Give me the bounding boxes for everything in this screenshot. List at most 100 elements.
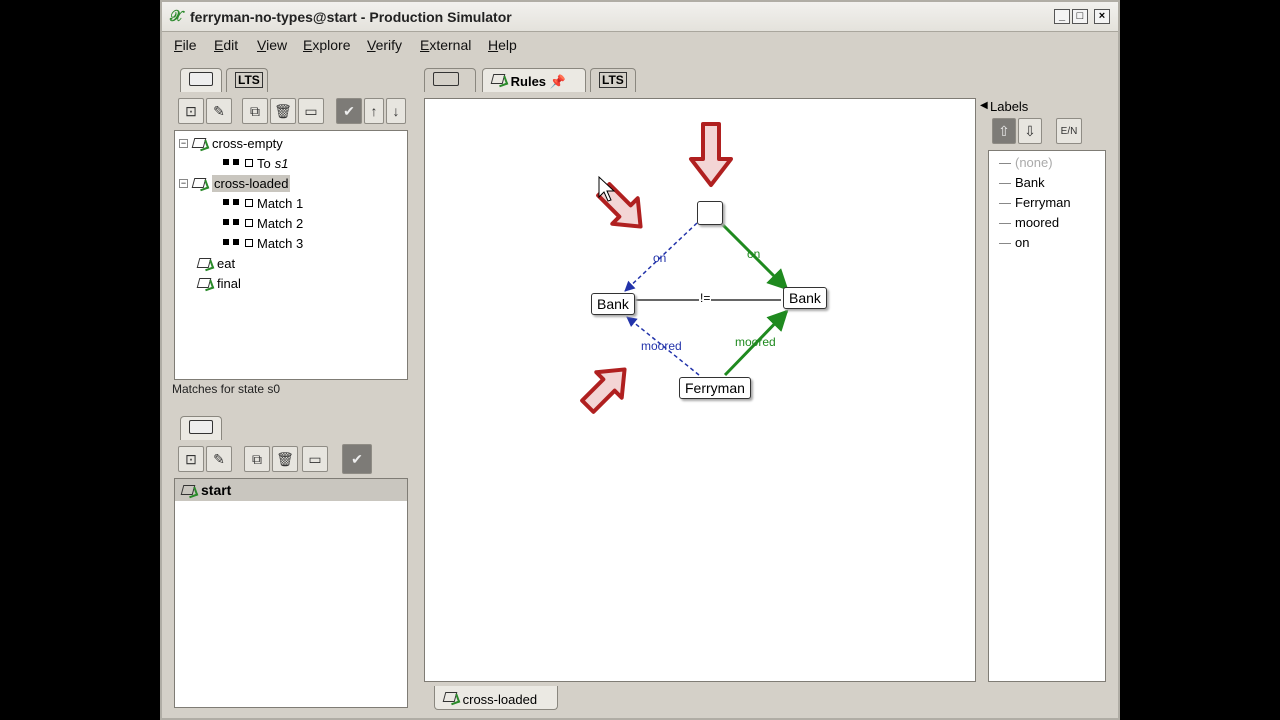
tab-rules-tree[interactable] <box>180 68 222 92</box>
rule-graph-canvas[interactable]: Bank Bank Ferryman on on moored moored !… <box>424 98 976 682</box>
set-start-button[interactable]: ✔ <box>342 444 372 474</box>
menu-external[interactable]: External <box>420 37 471 53</box>
node-bank-left[interactable]: Bank <box>591 293 635 315</box>
menu-file[interactable]: File <box>174 37 197 53</box>
edge-label-on-green[interactable]: on <box>747 247 760 261</box>
node-bank-right[interactable]: Bank <box>783 287 827 309</box>
node-ferryman[interactable]: Ferryman <box>679 377 751 399</box>
main-editor: Rules 📌 LTS Bank Bank Ferryman on on moo… <box>418 62 1114 714</box>
collapse-icon[interactable]: − <box>179 178 188 188</box>
rules-panel-tabs: LTS <box>176 66 406 92</box>
sort-descending-button[interactable]: ⇩ <box>1018 118 1042 144</box>
label-item-on[interactable]: on <box>999 235 1029 250</box>
edge-label-not-equal[interactable]: != <box>699 291 712 305</box>
tree-label-suffix: s1 <box>274 155 289 171</box>
tree-row-final[interactable]: final <box>197 273 241 293</box>
minimize-button[interactable]: _ <box>1054 9 1070 24</box>
app-window: 𝒳 ferryman-no-types@start - Production S… <box>160 0 1120 720</box>
label-item-none[interactable]: (none) <box>999 155 1053 170</box>
toggle-edge-node-button[interactable]: E/N <box>1056 118 1082 144</box>
start-graph-label: start <box>201 482 232 498</box>
tab-lts[interactable]: LTS <box>226 68 268 92</box>
edge-node-icon: E/N <box>1060 125 1078 137</box>
new-graph-icon: ⊡ <box>185 450 197 467</box>
label-item-bank[interactable]: Bank <box>999 175 1045 190</box>
maximize-button[interactable]: □ <box>1072 9 1088 24</box>
transition-icon <box>223 159 253 167</box>
menu-edit[interactable]: Edit <box>214 37 238 53</box>
label-item-ferryman[interactable]: Ferryman <box>999 195 1071 210</box>
rule-icon <box>443 690 459 704</box>
menu-explore[interactable]: Explore <box>303 37 350 53</box>
enable-icon: ✔ <box>343 102 355 119</box>
edit-graph-icon: ✎ <box>213 450 225 467</box>
delete-rule-button[interactable]: 🗑 <box>270 98 296 124</box>
menu-help[interactable]: Help <box>488 37 517 53</box>
rename-icon: ▭ <box>304 102 318 119</box>
move-up-icon: ↑ <box>370 103 378 119</box>
copy-rule-button[interactable]: ⧉ <box>242 98 268 124</box>
tree-label: Match 2 <box>257 215 304 231</box>
set-start-icon: ✔ <box>351 450 363 467</box>
delete-icon: 🗑 <box>276 450 294 467</box>
node-empty[interactable] <box>697 201 723 225</box>
match-icon <box>223 199 253 207</box>
tab-cross-loaded-label: cross-loaded <box>462 692 538 707</box>
tab-start-graphs[interactable] <box>180 416 222 440</box>
menu-verify[interactable]: Verify <box>367 37 402 53</box>
edge-label-moored-blue[interactable]: moored <box>641 339 682 353</box>
copy-graph-button[interactable]: ⧉ <box>244 446 270 472</box>
new-rule-icon: ⊡ <box>185 102 197 119</box>
tab-lts-main[interactable]: LTS <box>590 68 636 92</box>
rule-icon <box>192 176 208 190</box>
tree-row-match-1[interactable]: Match 1 <box>223 193 303 213</box>
tree-row-eat[interactable]: eat <box>197 253 235 273</box>
match-icon <box>223 219 253 227</box>
rule-graph-icon <box>189 72 213 86</box>
window-title: ferryman-no-types@start - Production Sim… <box>190 9 512 25</box>
start-graph-row[interactable]: start <box>175 479 407 501</box>
rule-icon <box>197 276 213 290</box>
edge-label-moored-green[interactable]: moored <box>735 335 776 349</box>
tab-cross-loaded[interactable]: cross-loaded <box>434 686 558 710</box>
new-rule-button[interactable]: ⊡ <box>178 98 204 124</box>
sort-ascending-button[interactable]: ⇧ <box>992 118 1016 144</box>
title-bar: 𝒳 ferryman-no-types@start - Production S… <box>162 2 1118 32</box>
label-item-moored[interactable]: moored <box>999 215 1059 230</box>
graphs-panel-tabs <box>176 414 406 440</box>
move-up-button[interactable]: ↑ <box>364 98 384 124</box>
rename-graph-button[interactable]: ▭ <box>302 446 328 472</box>
delete-icon: 🗑 <box>274 102 292 119</box>
match-icon <box>223 239 253 247</box>
matches-status: Matches for state s0 <box>172 382 281 396</box>
menu-bar: File Edit View Explore Verify External H… <box>162 32 1118 57</box>
labels-title: Labels <box>990 99 1029 114</box>
labels-list: (none) Bank Ferryman moored on <box>988 150 1106 682</box>
editor-tabs: Rules 📌 LTS <box>424 66 824 92</box>
edge-label-on-blue[interactable]: on <box>653 251 666 265</box>
tree-row-cross-empty[interactable]: − cross-empty <box>179 133 283 153</box>
tree-row-match-2[interactable]: Match 2 <box>223 213 303 233</box>
rule-icon <box>491 72 507 86</box>
close-button[interactable]: × <box>1094 9 1110 24</box>
enable-rule-button[interactable]: ✔ <box>336 98 362 124</box>
pin-icon[interactable]: 📌 <box>550 74 566 89</box>
red-down-arrow-icon <box>689 122 733 187</box>
tree-row-match-3[interactable]: Match 3 <box>223 233 303 253</box>
tree-label: cross-empty <box>212 135 283 151</box>
edit-graph-button[interactable]: ✎ <box>206 446 232 472</box>
new-graph-button[interactable]: ⊡ <box>178 446 204 472</box>
collapse-left-icon[interactable]: ◀ <box>980 100 988 111</box>
rule-icon <box>192 136 208 150</box>
tab-state[interactable] <box>424 68 476 92</box>
rename-rule-button[interactable]: ▭ <box>298 98 324 124</box>
collapse-icon[interactable]: − <box>179 138 188 148</box>
delete-graph-button[interactable]: 🗑 <box>272 446 298 472</box>
tree-row-cross-loaded[interactable]: − cross-loaded <box>179 173 291 193</box>
move-down-button[interactable]: ↓ <box>386 98 406 124</box>
tab-rules[interactable]: Rules 📌 <box>482 68 586 92</box>
edit-rule-button[interactable]: ✎ <box>206 98 232 124</box>
tree-row-to-s1[interactable]: To s1 <box>223 153 288 173</box>
graphs-panel: ⊡ ✎ ⧉ 🗑 ▭ ✔ start <box>168 410 412 710</box>
menu-view[interactable]: View <box>257 37 287 53</box>
